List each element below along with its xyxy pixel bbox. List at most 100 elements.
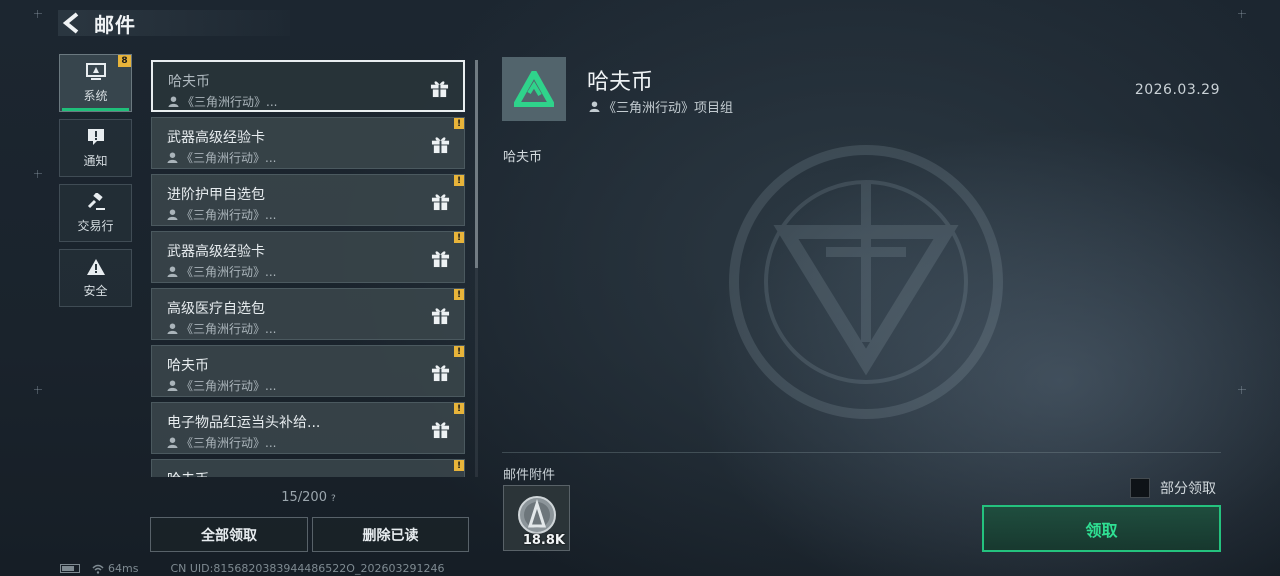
gift-icon xyxy=(431,137,450,154)
corner-mark xyxy=(34,170,42,178)
gavel-icon xyxy=(86,192,106,212)
gift-icon xyxy=(430,81,449,98)
unread-badge: ! xyxy=(454,403,464,414)
mail-list-item[interactable]: 哈夫币《三角洲行动》...! xyxy=(151,459,465,477)
detail-sender-text: 《三角洲行动》项目组 xyxy=(603,101,734,116)
mail-title: 电子物品红运当头补给... xyxy=(167,415,321,431)
person-icon xyxy=(167,152,178,163)
mail-list-item[interactable]: 武器高级经验卡《三角洲行动》...! xyxy=(151,117,465,169)
nav-label: 安全 xyxy=(83,284,108,298)
ping-value: 64ms xyxy=(108,562,139,575)
partial-claim-checkbox[interactable] xyxy=(1130,478,1150,498)
mail-count-text: 15/200 xyxy=(281,490,327,505)
mail-title: 进阶护甲自选包 xyxy=(167,187,265,203)
coin-icon xyxy=(518,496,556,534)
mail-sender-text: 《三角洲行动》... xyxy=(182,95,278,109)
corner-mark xyxy=(34,10,42,18)
gift-icon xyxy=(431,194,450,211)
header-bar: 邮件 xyxy=(58,10,290,37)
detail-title: 哈夫币 xyxy=(587,70,654,95)
person-icon xyxy=(167,266,178,277)
detail-body: 哈夫币 xyxy=(503,150,543,165)
person-icon xyxy=(589,101,600,112)
mail-sender: 《三角洲行动》... xyxy=(167,377,276,394)
claim-all-button[interactable]: 全部领取 xyxy=(150,517,308,552)
unread-badge: ! xyxy=(454,346,464,357)
person-icon xyxy=(168,96,179,107)
uid-text: CN UID:8156820383944486522O_202603291246 xyxy=(170,562,445,575)
unread-badge: ! xyxy=(454,175,464,186)
monitor-icon xyxy=(85,62,106,82)
mail-title: 哈夫币 xyxy=(168,74,210,90)
mail-list-item[interactable]: 哈夫币《三角洲行动》...! xyxy=(151,345,465,397)
mail-title: 武器高级经验卡 xyxy=(167,130,265,146)
help-icon[interactable]: ? xyxy=(331,494,336,504)
scrollbar-thumb[interactable] xyxy=(475,60,478,268)
mail-list-item[interactable]: 高级医疗自选包《三角洲行动》...! xyxy=(151,288,465,340)
mail-sender: 《三角洲行动》... xyxy=(167,263,276,280)
divider xyxy=(502,452,1221,453)
page-title: 邮件 xyxy=(94,12,136,37)
mail-sender-text: 《三角洲行动》... xyxy=(181,151,277,165)
mail-count: 15/200? xyxy=(151,490,466,505)
attachment-quantity: 18.8K xyxy=(522,533,565,548)
unread-count-badge: 8 xyxy=(118,55,131,67)
nav-item-security[interactable]: 安全 xyxy=(59,249,132,307)
mail-sender: 《三角洲行动》... xyxy=(168,93,277,110)
gift-icon xyxy=(431,422,450,439)
mail-screen: 邮件 8 系统 通知 交易行 安全 哈夫币 《三角洲行动》... 武器高级经验卡… xyxy=(0,0,1280,576)
wifi-icon xyxy=(92,564,104,574)
partial-claim-label: 部分领取 xyxy=(1160,481,1216,497)
attachment-item[interactable]: 18.8K xyxy=(503,485,570,551)
mail-sender: 《三角洲行动》... xyxy=(167,206,276,223)
mail-sender-text: 《三角洲行动》... xyxy=(181,208,277,222)
warning-icon xyxy=(86,257,106,277)
partial-claim-toggle[interactable]: 部分领取 xyxy=(1130,478,1216,498)
detail-date: 2026.03.29 xyxy=(1134,82,1220,98)
mail-title: 哈夫币 xyxy=(167,469,209,477)
mail-sender-text: 《三角洲行动》... xyxy=(181,322,277,336)
mail-sender-text: 《三角洲行动》... xyxy=(181,379,277,393)
mail-title: 武器高级经验卡 xyxy=(167,244,265,260)
unread-badge: ! xyxy=(454,232,464,243)
status-bar: 64ms CN UID:8156820383944486522O_2026032… xyxy=(60,562,444,575)
mail-list-item[interactable]: 武器高级经验卡《三角洲行动》...! xyxy=(151,231,465,283)
unread-badge: ! xyxy=(454,460,464,471)
battery-icon xyxy=(60,564,80,573)
nav-item-system[interactable]: 8 系统 xyxy=(59,54,132,112)
nav-label: 交易行 xyxy=(77,219,114,233)
delete-read-button[interactable]: 删除已读 xyxy=(312,517,469,552)
person-icon xyxy=(167,380,178,391)
mail-type-icon xyxy=(502,57,566,121)
exclamation-icon xyxy=(86,127,106,147)
mail-sender: 《三角洲行动》... xyxy=(167,320,276,337)
corner-mark xyxy=(1238,10,1246,18)
back-arrow-icon[interactable] xyxy=(58,10,86,36)
mail-list-item[interactable]: 电子物品红运当头补给... 《三角洲行动》...! xyxy=(151,402,465,454)
nav-item-notice[interactable]: 通知 xyxy=(59,119,132,177)
category-nav: 8 系统 通知 交易行 安全 xyxy=(59,54,132,314)
unread-badge: ! xyxy=(454,118,464,129)
nav-label: 通知 xyxy=(83,154,108,168)
mail-sender-text: 《三角洲行动》... xyxy=(181,436,277,450)
mail-sender: 《三角洲行动》... xyxy=(167,149,276,166)
claim-button[interactable]: 领取 xyxy=(982,505,1221,552)
gift-icon xyxy=(431,365,450,382)
mail-sender: 《三角洲行动》... xyxy=(167,434,276,451)
corner-mark xyxy=(1238,386,1246,394)
nav-item-trade[interactable]: 交易行 xyxy=(59,184,132,242)
mail-title: 高级医疗自选包 xyxy=(167,301,265,317)
mail-title: 哈夫币 xyxy=(167,358,209,374)
mail-list-item[interactable]: 哈夫币《三角洲行动》... xyxy=(151,60,465,112)
person-icon xyxy=(167,437,178,448)
unread-badge: ! xyxy=(454,289,464,300)
mail-sender-text: 《三角洲行动》... xyxy=(181,265,277,279)
detail-sender: 《三角洲行动》项目组 xyxy=(589,97,733,116)
person-icon xyxy=(167,209,178,220)
mail-list: 哈夫币 《三角洲行动》... 武器高级经验卡 《三角洲行动》...! 进阶护甲自选包 《三… xyxy=(151,60,466,477)
nav-label: 系统 xyxy=(83,89,108,103)
person-icon xyxy=(167,323,178,334)
gift-icon xyxy=(431,251,450,268)
attachment-label: 邮件附件 xyxy=(503,468,556,483)
mail-list-item[interactable]: 进阶护甲自选包《三角洲行动》...! xyxy=(151,174,465,226)
